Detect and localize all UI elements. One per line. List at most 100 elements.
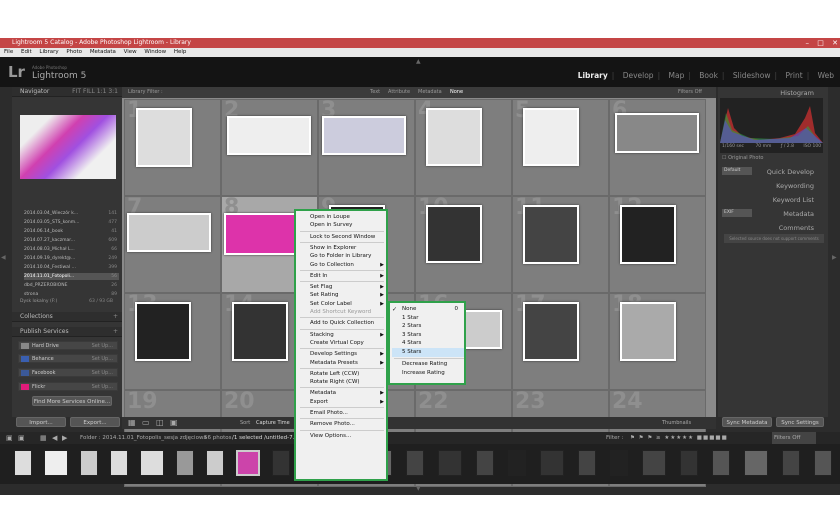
grid-cell[interactable]: 18 — [609, 292, 706, 390]
filmstrip-thumbnail[interactable] — [140, 450, 164, 476]
filter-preset[interactable]: Filters Off — [678, 87, 702, 98]
filmstrip-thumbnail[interactable] — [744, 450, 768, 476]
rating-option[interactable]: Increase Rating — [402, 369, 464, 378]
module-slideshow[interactable]: Slideshow — [733, 71, 771, 80]
setup-link[interactable]: Set Up... — [92, 383, 113, 392]
histogram-header[interactable]: Histogram — [720, 88, 826, 98]
top-panel-toggle-icon[interactable]: ▲ — [416, 58, 421, 65]
context-menu-item[interactable]: Email Photo... — [310, 409, 386, 418]
context-menu-item[interactable]: Lock to Second Window — [310, 233, 386, 242]
grid-cell[interactable]: 17 — [512, 292, 609, 390]
filmstrip-thumbnail[interactable] — [206, 450, 224, 476]
menu-metadata[interactable]: Metadata — [90, 49, 116, 55]
rating-option[interactable]: 5 Stars — [392, 347, 464, 357]
filmstrip-thumbnail[interactable] — [110, 450, 128, 476]
grid-cell[interactable]: 6 — [609, 98, 706, 196]
filmstrip-thumbnail[interactable] — [782, 450, 800, 476]
export-button[interactable]: Export... — [70, 417, 120, 427]
context-menu-item[interactable]: Remove Photo... — [310, 420, 386, 429]
photo-thumbnail[interactable] — [615, 113, 699, 153]
collections-header[interactable]: Collections + — [12, 312, 122, 322]
menu-help[interactable]: Help — [174, 49, 187, 55]
photo-thumbnail[interactable] — [426, 205, 482, 264]
menu-view[interactable]: View — [124, 49, 137, 55]
grid-cell[interactable]: 10 — [415, 195, 512, 293]
filmstrip-source[interactable]: Folder : 2014.11.01_Fotopolis_sesja zdję… — [80, 432, 207, 444]
folder-item[interactable]: 2014.11.01_Fotopoli... 56 — [24, 273, 119, 280]
photo-thumbnail[interactable] — [426, 108, 482, 167]
filmstrip-thumbnail[interactable] — [712, 450, 730, 476]
filter-tab-text[interactable]: Text — [370, 87, 380, 98]
folder-item[interactable]: dbd_PRZEROBIONE 26 — [24, 282, 119, 289]
loupe-view-icon[interactable]: ▭ — [142, 417, 150, 429]
photo-thumbnail[interactable] — [127, 212, 211, 253]
context-menu-item[interactable]: Go to Collection ▶ — [310, 261, 386, 270]
menu-library[interactable]: Library — [39, 49, 58, 55]
bottom-panel-toggle-icon[interactable]: ▼ — [416, 485, 421, 492]
filmstrip-thumbnail[interactable] — [176, 450, 194, 476]
grid-cell[interactable]: 12 — [609, 195, 706, 293]
close-icon[interactable]: ✕ — [832, 39, 838, 47]
keyword-list-header[interactable]: Keyword List — [720, 195, 826, 205]
filmstrip-thumbnail[interactable] — [508, 450, 526, 476]
sync-settings-button[interactable]: Sync Settings — [776, 417, 824, 427]
context-menu-item[interactable]: Create Virtual Copy — [310, 339, 386, 348]
filter-tab-metadata[interactable]: Metadata — [418, 87, 442, 98]
menu-edit[interactable]: Edit — [21, 49, 32, 55]
grid-cell[interactable]: 7 — [124, 195, 221, 293]
filter-tab-attribute[interactable]: Attribute — [388, 87, 410, 98]
menu-file[interactable]: File — [4, 49, 13, 55]
comments-header[interactable]: Comments — [720, 223, 826, 233]
screen-1-icon[interactable]: ▣ — [6, 432, 13, 444]
screen-2-icon[interactable]: ▣ — [18, 432, 25, 444]
folder-item[interactable]: 2014.09.19_dyrekt@... 249 — [24, 255, 119, 262]
context-menu-item[interactable]: Export ▶ — [310, 398, 386, 407]
filmstrip-thumbnail[interactable] — [814, 450, 832, 476]
minimize-icon[interactable]: – — [806, 39, 810, 47]
find-more-services-button[interactable]: Find More Services Online... — [32, 396, 112, 406]
photo-thumbnail[interactable] — [227, 115, 311, 156]
service-flickr[interactable]: Flickr Set Up... — [18, 382, 118, 391]
filmstrip-thumbnail[interactable] — [272, 450, 290, 476]
keywording-header[interactable]: Keywording — [720, 181, 826, 191]
folder-item[interactable]: 2014.03.04_Wieczór k... 141 — [24, 210, 119, 217]
original-photo-checkbox[interactable]: ☐ Original Photo — [722, 155, 764, 161]
filmstrip-thumbnail[interactable] — [438, 450, 462, 476]
filmstrip-thumbnail[interactable] — [540, 450, 564, 476]
navigator-preview[interactable] — [20, 115, 116, 179]
grid-cell[interactable]: 2 — [221, 98, 318, 196]
folder-item[interactable]: 2014.10.04_Festiwal ... 399 — [24, 264, 119, 271]
grid-cell[interactable]: 11 — [512, 195, 609, 293]
publish-services-header[interactable]: Publish Services + — [12, 327, 122, 337]
filter-tab-none[interactable]: None — [450, 87, 463, 98]
photo-thumbnail[interactable] — [523, 108, 579, 167]
filmstrip-thumbnail[interactable] — [44, 450, 68, 476]
right-panel-toggle-icon[interactable]: ▶ — [832, 254, 837, 261]
folder-item[interactable]: 2014.03.05_STS_konm... 477 — [24, 219, 119, 226]
photo-thumbnail[interactable] — [135, 302, 191, 362]
navigator-header[interactable]: Navigator FIT FILL 1:1 3:1 — [12, 87, 122, 97]
context-menu-item[interactable]: Add to Quick Collection — [310, 319, 386, 328]
filmstrip-thumbnail[interactable] — [476, 450, 494, 476]
forward-arrow-icon[interactable]: ▶ — [62, 432, 67, 444]
sync-metadata-button[interactable]: Sync Metadata — [722, 417, 772, 427]
photo-thumbnail[interactable] — [232, 302, 288, 362]
filmstrip-thumbnail[interactable] — [680, 450, 698, 476]
setup-link[interactable]: Set Up... — [92, 342, 113, 351]
grid-cell[interactable]: 3 — [318, 98, 415, 196]
folder-item[interactable]: 2014.08.03_Michał L... 66 — [24, 246, 119, 253]
filmstrip-thumbnail[interactable] — [610, 450, 628, 476]
setup-link[interactable]: Set Up... — [92, 355, 113, 364]
import-button[interactable]: Import... — [16, 417, 66, 427]
sort-dropdown[interactable]: Capture Time — [256, 417, 290, 429]
menu-photo[interactable]: Photo — [66, 49, 82, 55]
service-hard-drive[interactable]: Hard Drive Set Up... — [18, 341, 118, 350]
module-web[interactable]: Web — [818, 71, 834, 80]
filmstrip-thumbnail[interactable] — [642, 450, 666, 476]
context-menu-item[interactable]: Open in Survey — [310, 221, 386, 230]
folder-item[interactable]: 2014.06.14_book 41 — [24, 228, 119, 235]
filmstrip-thumbnail[interactable] — [80, 450, 98, 476]
photo-thumbnail[interactable] — [523, 205, 579, 265]
filmstrip-thumbnail[interactable] — [578, 450, 596, 476]
left-panel-toggle-icon[interactable]: ◀ — [1, 254, 6, 261]
